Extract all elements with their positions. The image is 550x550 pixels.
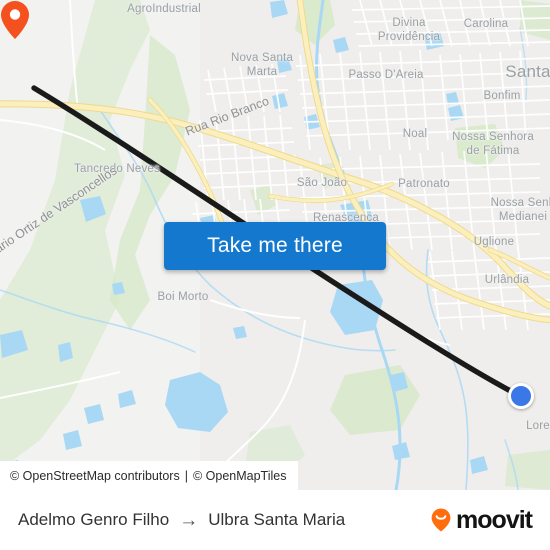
- arrow-right-icon: →: [179, 509, 199, 531]
- moovit-pin-icon: [431, 508, 451, 532]
- map-attribution: © OpenStreetMap contributors | © OpenMap…: [0, 461, 298, 490]
- route-summary: Adelmo Genro Filho → Ulbra Santa Maria: [18, 510, 345, 530]
- map-canvas[interactable]: AgroIndustrial Divina Providência Carolina N…: [0, 0, 550, 490]
- attribution-osm[interactable]: © OpenStreetMap contributors: [10, 469, 180, 483]
- route-origin-label: Adelmo Genro Filho: [18, 510, 170, 529]
- route-footer: Adelmo Genro Filho → Ulbra Santa Maria m…: [0, 490, 550, 550]
- destination-dot-icon[interactable]: [508, 383, 534, 409]
- attribution-separator: |: [184, 468, 188, 483]
- origin-pin-icon[interactable]: [0, 0, 30, 40]
- moovit-logo[interactable]: moovit: [428, 505, 533, 535]
- moovit-wordmark: moovit: [456, 505, 533, 534]
- moovit-route-map-card: AgroIndustrial Divina Providência Carolina N…: [0, 0, 550, 550]
- attribution-maptiles[interactable]: © OpenMapTiles: [193, 469, 287, 483]
- take-me-there-button[interactable]: Take me there: [164, 222, 386, 270]
- route-destination-label: Ulbra Santa Maria: [208, 510, 346, 529]
- take-me-there-label: Take me there: [207, 234, 343, 257]
